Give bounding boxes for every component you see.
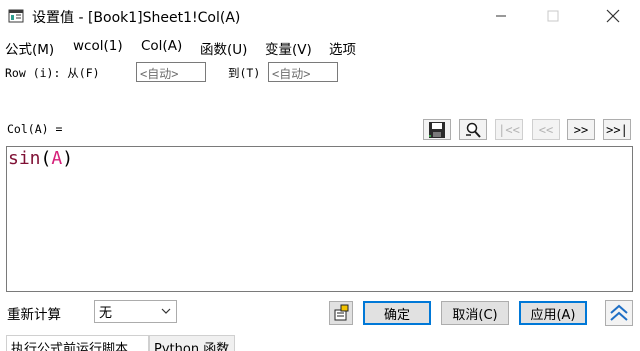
formula-close-paren: ) <box>62 148 74 169</box>
row-to-field[interactable]: <自动> <box>268 62 338 82</box>
save-icon <box>429 121 445 138</box>
menu-wcol[interactable]: wcol(1) <box>73 38 123 54</box>
recalculate-select[interactable]: 无 <box>94 300 177 323</box>
last-button[interactable]: >>| <box>603 119 631 140</box>
close-icon <box>606 9 620 23</box>
script-button[interactable] <box>329 301 353 325</box>
magnifier-icon <box>466 122 481 138</box>
recalculate-value: 无 <box>99 306 113 321</box>
row-from-label: Row (i): 从(F) <box>5 66 100 80</box>
maximize-button[interactable] <box>530 0 576 32</box>
row-to-label: 到(T) <box>228 66 261 80</box>
double-chevron-up-icon <box>610 304 628 321</box>
script-icon <box>334 304 349 321</box>
chevron-down-icon <box>161 308 171 314</box>
app-icon <box>8 8 24 24</box>
menu-col[interactable]: Col(A) <box>141 38 182 54</box>
menu-variables[interactable]: 变量(V) <box>265 38 312 58</box>
menu-options[interactable]: 选项 <box>329 38 356 58</box>
formula-argument: A <box>51 148 63 169</box>
formula-open-paren: ( <box>40 148 52 169</box>
formula-function: sin <box>8 148 41 169</box>
formula-label: Col(A) = <box>7 122 63 136</box>
minimize-button[interactable] <box>478 0 524 32</box>
window-title: 设置值 - [Book1]Sheet1!Col(A) <box>32 10 241 26</box>
collapse-button[interactable] <box>605 300 633 326</box>
prev-button[interactable]: << <box>532 119 560 140</box>
formula-editor[interactable] <box>6 146 633 292</box>
ok-button[interactable]: 确定 <box>363 301 431 325</box>
row-from-field[interactable]: <自动> <box>136 62 206 82</box>
maximize-icon <box>547 10 559 22</box>
apply-button[interactable]: 应用(A) <box>519 301 587 325</box>
first-button[interactable]: |<< <box>495 119 523 140</box>
formula-text: sin(A) <box>8 148 73 169</box>
next-button[interactable]: >> <box>567 119 595 140</box>
menu-formula[interactable]: 公式(M) <box>5 38 54 58</box>
save-button[interactable] <box>423 119 451 140</box>
cancel-button[interactable]: 取消(C) <box>441 301 509 325</box>
close-button[interactable] <box>590 0 636 32</box>
menu-functions[interactable]: 函数(U) <box>200 38 247 58</box>
search-button[interactable] <box>459 119 487 140</box>
recalculate-label: 重新计算 <box>7 307 61 323</box>
minimize-icon <box>496 15 506 17</box>
